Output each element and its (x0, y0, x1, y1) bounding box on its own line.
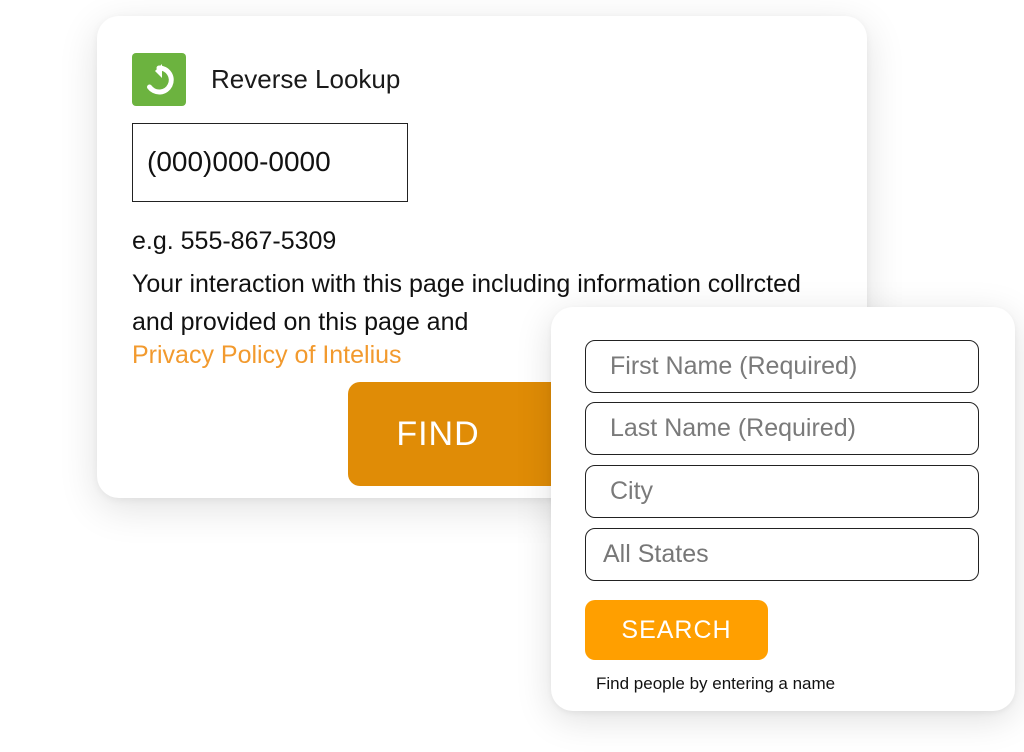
phone-example-text: e.g. 555-867-5309 (132, 227, 337, 255)
search-hint-text: Find people by entering a name (596, 674, 836, 693)
privacy-policy-link[interactable]: Privacy Policy of Intelius (132, 338, 402, 372)
first-name-input[interactable] (585, 340, 979, 393)
city-input[interactable] (585, 465, 979, 518)
reverse-lookup-title: Reverse Lookup (211, 64, 401, 94)
phone-number-input[interactable]: (000)000-0000 (132, 123, 408, 202)
state-select[interactable]: All States (585, 528, 979, 581)
last-name-input[interactable] (585, 402, 979, 455)
name-search-card: All States SEARCH Find people by enterin… (551, 307, 1015, 711)
refresh-arrow-icon (132, 53, 186, 106)
find-button-label: FIND (396, 414, 480, 453)
search-button[interactable]: SEARCH (585, 600, 768, 660)
